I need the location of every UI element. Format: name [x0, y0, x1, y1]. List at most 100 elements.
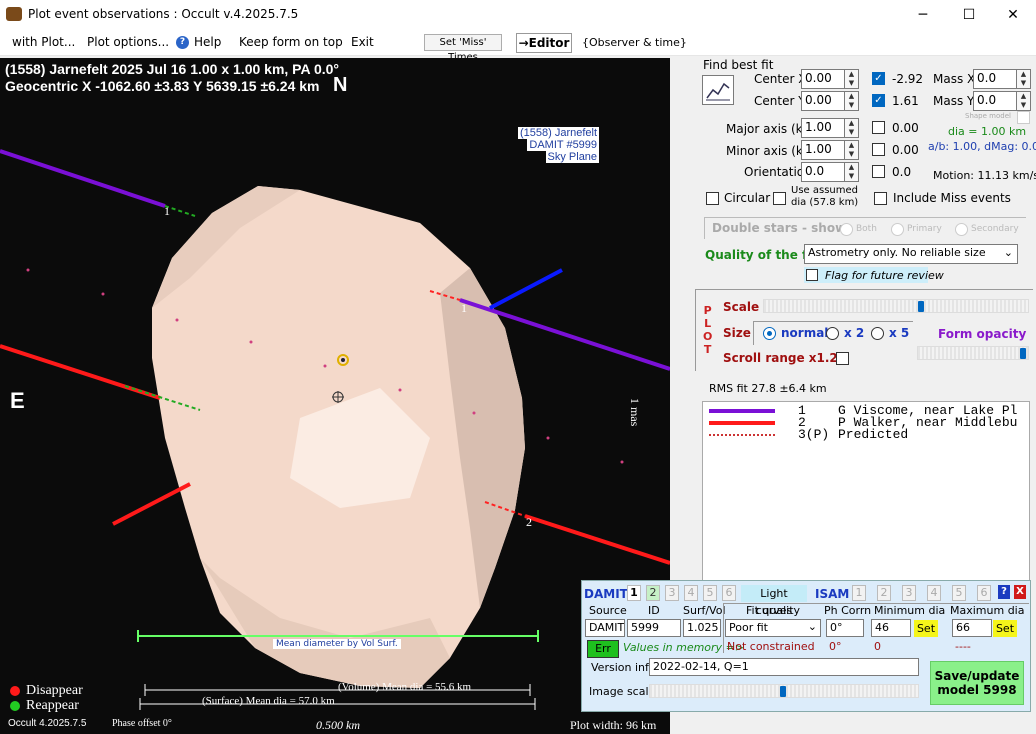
damit-tab-5[interactable]: 5	[703, 585, 717, 601]
image-scale-slider-thumb[interactable]	[780, 686, 786, 697]
menu-keep-on-top[interactable]: Keep form on top	[239, 35, 343, 49]
major-axis-spinner[interactable]: ▲ ▼	[845, 118, 859, 138]
max-dia-input[interactable]: 66	[952, 619, 992, 637]
scroll-range-checkbox[interactable]	[836, 352, 849, 365]
quality-label: Quality of the fit	[705, 248, 817, 262]
shape-model-checkbox[interactable]	[1017, 111, 1030, 124]
quality-dropdown[interactable]: Astrometry only. No reliable size ⌄	[804, 244, 1018, 264]
minor-axis-checkbox[interactable]	[872, 143, 885, 156]
close-icon[interactable]: X	[1014, 585, 1026, 599]
damit-tab-4[interactable]: 4	[684, 585, 698, 601]
scale-slider-thumb[interactable]	[918, 301, 924, 312]
err-button[interactable]: Err	[587, 640, 619, 658]
mass-x-spinner[interactable]: ▲ ▼	[1017, 69, 1031, 89]
form-opacity-slider[interactable]	[917, 346, 1029, 360]
east-label: E	[10, 388, 25, 413]
damit-tab-6[interactable]: 6	[722, 585, 736, 601]
id-input[interactable]: 5999	[627, 619, 681, 637]
flag-review-checkbox[interactable]	[806, 269, 818, 281]
form-opacity-slider-thumb[interactable]	[1020, 348, 1026, 359]
center-y-checkbox[interactable]: ✓	[872, 94, 885, 107]
min-dia-input[interactable]: 46	[871, 619, 911, 637]
circular-label: Circular	[724, 191, 771, 205]
center-y-input[interactable]: 0.00	[801, 91, 845, 111]
light-curves-button[interactable]: Light curves	[741, 585, 807, 617]
minimize-icon[interactable]: ─	[900, 0, 946, 30]
secondary-radio[interactable]	[955, 223, 968, 236]
plot-area[interactable]: (1558) Jarnefelt 2025 Jul 16 1.00 x 1.00…	[0, 58, 670, 734]
dia-label: dia = 1.00 km	[948, 125, 1027, 138]
set-miss-times-button[interactable]: Set 'Miss' Times	[424, 34, 502, 63]
major-axis-checkbox[interactable]	[872, 121, 885, 134]
use-assumed-checkbox[interactable]	[773, 192, 786, 205]
menu-plot-options[interactable]: Plot options...	[87, 35, 169, 49]
minor-axis-input[interactable]: 1.00	[801, 140, 845, 160]
close-icon[interactable]: ✕	[990, 0, 1036, 30]
best-fit-button[interactable]	[702, 75, 734, 105]
fit-quality-dropdown[interactable]: Poor fit ⌄	[725, 619, 821, 637]
editor-button[interactable]: →Editor	[516, 33, 572, 53]
mass-y-spinner[interactable]: ▲ ▼	[1017, 91, 1031, 111]
help-icon[interactable]: ?	[176, 36, 189, 49]
image-scale-label: Image scale	[589, 685, 656, 698]
minor-axis-spinner[interactable]: ▲ ▼	[845, 140, 859, 160]
center-y-spinner[interactable]: ▲ ▼	[845, 91, 859, 111]
source-input[interactable]: DAMIT	[585, 619, 625, 637]
isam-tab-1[interactable]: 1	[852, 585, 866, 601]
center-x-input[interactable]: 0.00	[801, 69, 845, 89]
ph-corrn-input[interactable]: 0°	[826, 619, 864, 637]
mass-x-input[interactable]: 0.0	[973, 69, 1017, 89]
menu-with-plot[interactable]: with Plot...	[12, 35, 75, 49]
center-x-spinner[interactable]: ▲ ▼	[845, 69, 859, 89]
help-icon[interactable]: ?	[998, 585, 1010, 599]
primary-radio[interactable]	[891, 223, 904, 236]
disappear-label: Disappear	[26, 683, 83, 698]
size-x5-radio[interactable]	[871, 327, 884, 340]
scale-slider[interactable]	[763, 299, 1029, 313]
size-normal-radio[interactable]	[763, 327, 776, 340]
include-miss-checkbox[interactable]	[874, 192, 887, 205]
form-opacity-label: Form opacity	[938, 327, 1027, 341]
damit-tab-3[interactable]: 3	[665, 585, 679, 601]
menu-exit[interactable]: Exit	[351, 35, 374, 49]
orientation-checkbox[interactable]	[872, 165, 885, 178]
orientation-spinner[interactable]: ▲ ▼	[845, 162, 859, 182]
center-x-checkbox[interactable]: ✓	[872, 72, 885, 85]
version-label: Occult 4.2025.7.5	[8, 718, 87, 729]
size-x2-radio[interactable]	[826, 327, 839, 340]
circular-checkbox[interactable]	[706, 192, 719, 205]
both-radio[interactable]	[840, 223, 853, 236]
id-label: ID	[648, 604, 660, 617]
isam-tab-5[interactable]: 5	[952, 585, 966, 601]
major-axis-input[interactable]: 1.00	[801, 118, 845, 138]
image-scale-slider[interactable]	[649, 684, 919, 698]
chart-icon	[706, 82, 730, 101]
isam-tab-4[interactable]: 4	[927, 585, 941, 601]
isam-tab-2[interactable]: 2	[877, 585, 891, 601]
menu-help[interactable]: Help	[194, 35, 221, 49]
max-dia-memory: ----	[955, 640, 971, 653]
center-x-label: Center X	[754, 72, 807, 86]
observer-time-button[interactable]: {Observer & time}	[582, 36, 687, 49]
chord-label: 1	[164, 204, 170, 218]
size-x5-label: x 5	[889, 326, 910, 340]
volume-mean-label: (Volume) Mean dia = 55.6 km	[338, 681, 472, 693]
isam-tab-6[interactable]: 6	[977, 585, 991, 601]
mass-x-label: Mass X	[933, 72, 976, 86]
info-box-line: DAMIT #5999	[527, 139, 600, 151]
isam-tab-3[interactable]: 3	[902, 585, 916, 601]
version-info-input[interactable]: 2022-02-14, Q=1	[649, 658, 919, 676]
maximize-icon[interactable]: ☐	[946, 0, 992, 30]
mass-y-input[interactable]: 0.0	[973, 91, 1017, 111]
orientation-input[interactable]: 0.0	[801, 162, 845, 182]
surfvol-input[interactable]: 1.025	[683, 619, 721, 637]
isam-label: ISAM	[815, 587, 850, 601]
observers-legend: 1 G Viscome, near Lake Pl 2 P Walker, ne…	[702, 401, 1030, 586]
damit-tab-2[interactable]: 2	[646, 585, 660, 601]
plot-vertical-label: P L O T	[703, 304, 713, 356]
damit-tab-1[interactable]: 1	[627, 585, 641, 601]
max-dia-set-button[interactable]: Set	[993, 620, 1017, 637]
save-update-model-button[interactable]: Save/update model 5998	[930, 661, 1024, 705]
min-dia-set-button[interactable]: Set	[914, 620, 938, 637]
rms-label: RMS fit 27.8 ±6.4 km	[709, 382, 827, 395]
